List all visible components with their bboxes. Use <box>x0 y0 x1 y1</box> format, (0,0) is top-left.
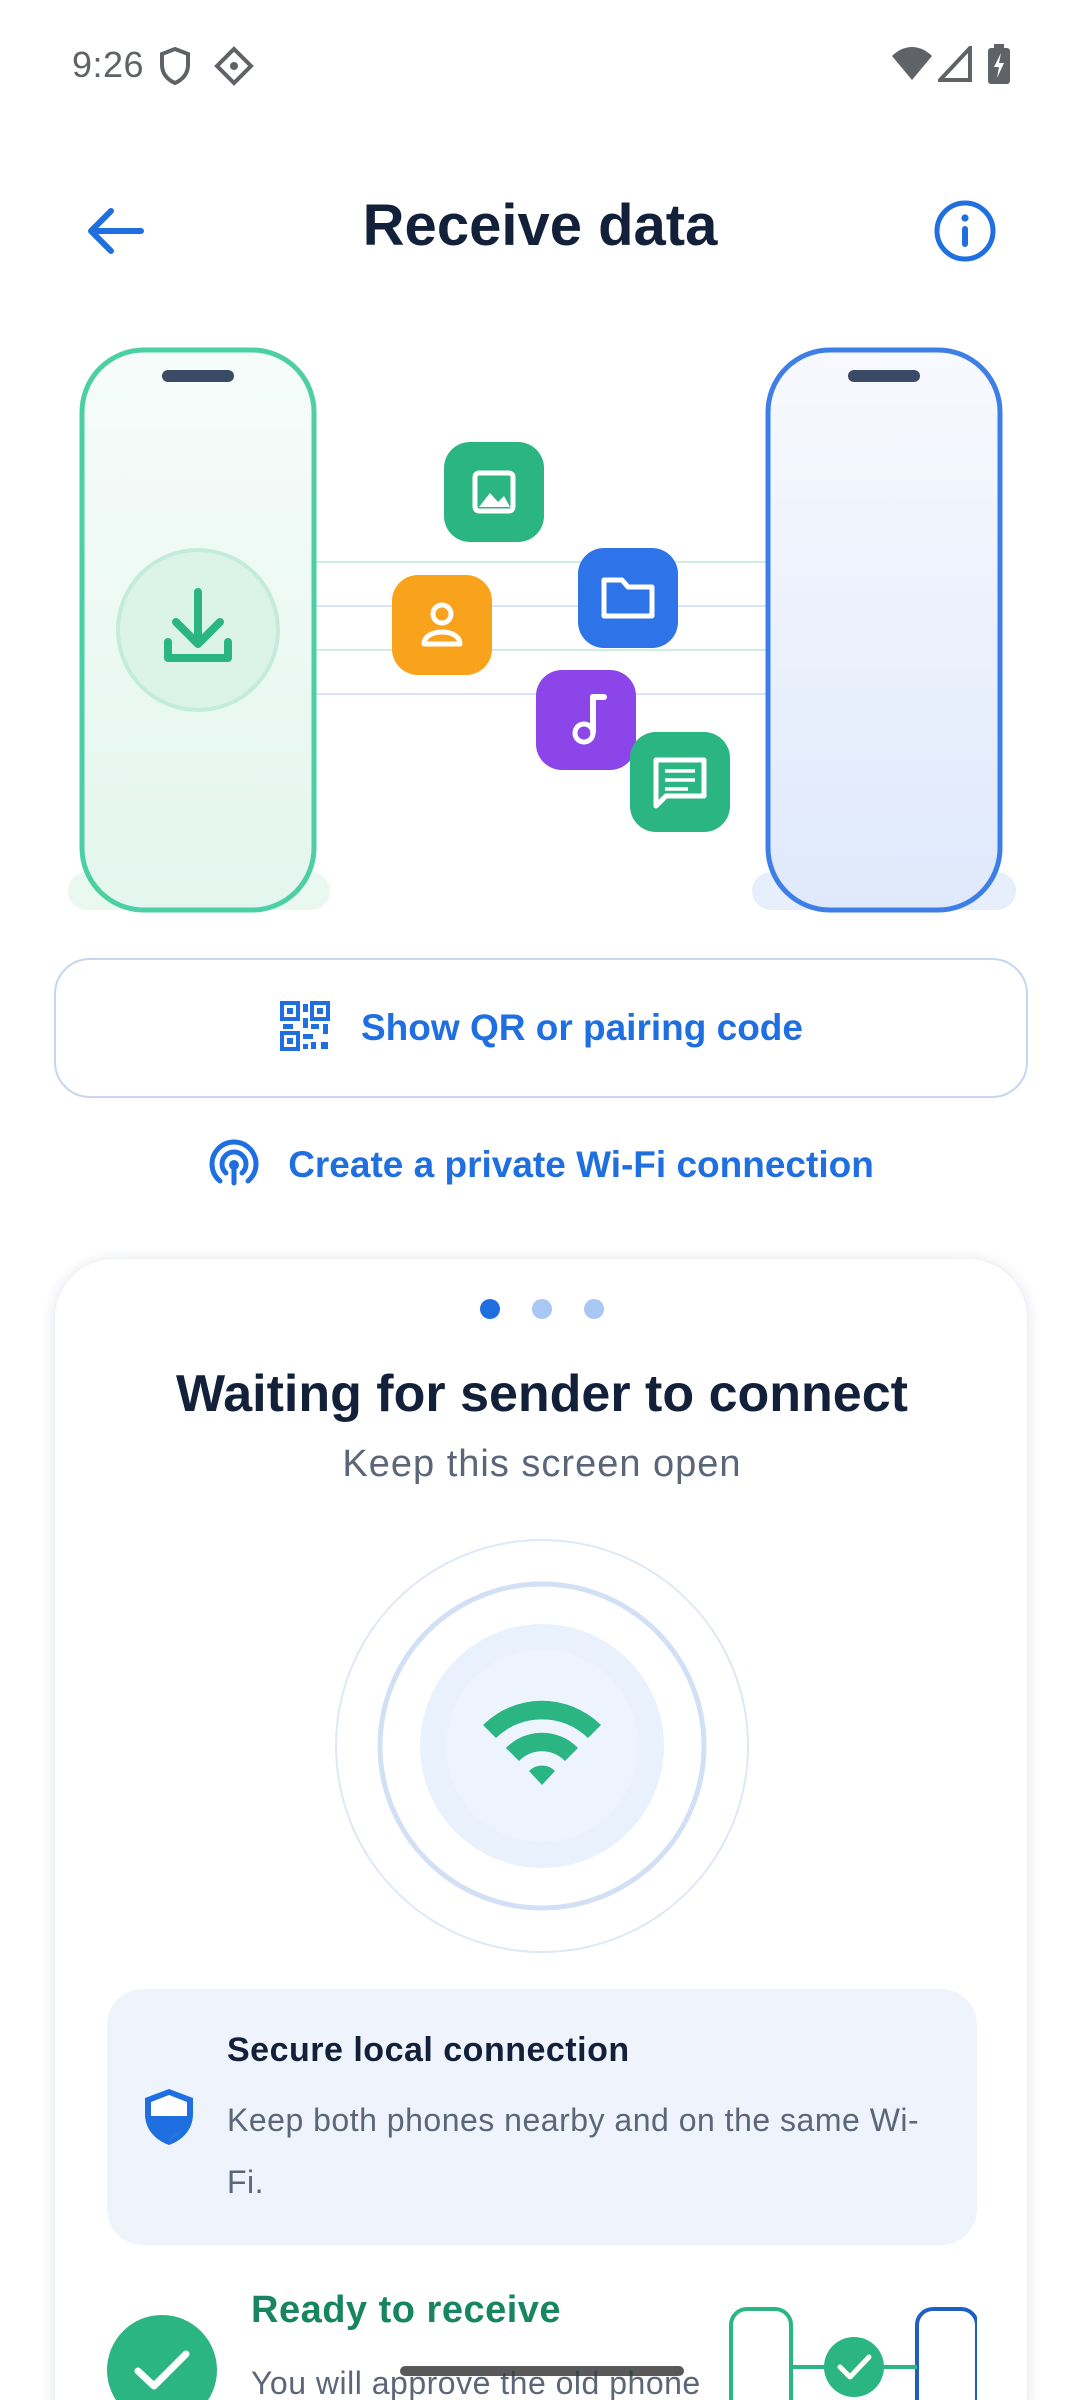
sparkle-icon <box>214 46 254 91</box>
info-icon <box>933 199 997 268</box>
signal-icon <box>935 42 972 87</box>
card-subtitle: Keep this screen open <box>342 1443 742 1485</box>
show-qr-button[interactable]: Show QR or pairing code <box>54 958 1028 1098</box>
folder-icon <box>578 548 678 648</box>
page-dot-1[interactable] <box>480 1299 500 1319</box>
show-qr-label: Show QR or pairing code <box>361 1007 803 1048</box>
app-bar: Receive data <box>0 170 1080 290</box>
connection-lines <box>310 561 776 695</box>
page-dot-2[interactable] <box>532 1299 552 1319</box>
wifi-icon <box>892 46 932 87</box>
mini-phones-illustration <box>727 2303 979 2400</box>
right-phone <box>752 347 1016 913</box>
wifi-hotspot-icon <box>206 1135 262 1196</box>
page-dot-3[interactable] <box>584 1299 604 1319</box>
create-wifi-label: Create a private Wi-Fi connection <box>288 1144 874 1185</box>
status-card: Waiting for sender to connect Keep this … <box>54 1258 1028 2400</box>
ready-title: Ready to receive <box>251 2289 562 2331</box>
image-icon <box>444 442 544 542</box>
ready-row: Ready to receive You will approve the ol… <box>107 2279 979 2400</box>
music-icon <box>536 670 636 770</box>
shield-icon <box>143 2087 195 2152</box>
secure-connection-box: Secure local connection Keep both phones… <box>107 1989 977 2245</box>
status-time: 9:26 <box>72 44 145 85</box>
card-title: Waiting for sender to connect <box>176 1365 908 1423</box>
battery-charging-icon <box>988 44 1010 89</box>
qr-code-icon <box>279 1000 331 1057</box>
shield-icon <box>158 46 192 91</box>
secure-description: Keep both phones nearby and on the same … <box>227 2102 920 2200</box>
info-button[interactable] <box>920 188 1010 278</box>
create-wifi-link[interactable]: Create a private Wi-Fi connection <box>0 1130 1080 1200</box>
secure-title: Secure local connection <box>227 2031 630 2069</box>
message-icon <box>630 732 730 832</box>
waiting-radar <box>333 1537 751 1955</box>
contact-icon <box>392 575 492 675</box>
left-phone <box>68 347 330 913</box>
status-bar: 9:26 <box>0 0 1080 130</box>
page-indicator <box>55 1299 1029 1319</box>
page-title: Receive data <box>362 193 718 258</box>
transfer-illustration <box>0 330 1080 930</box>
home-indicator[interactable] <box>400 2366 684 2376</box>
check-icon <box>107 2315 217 2400</box>
